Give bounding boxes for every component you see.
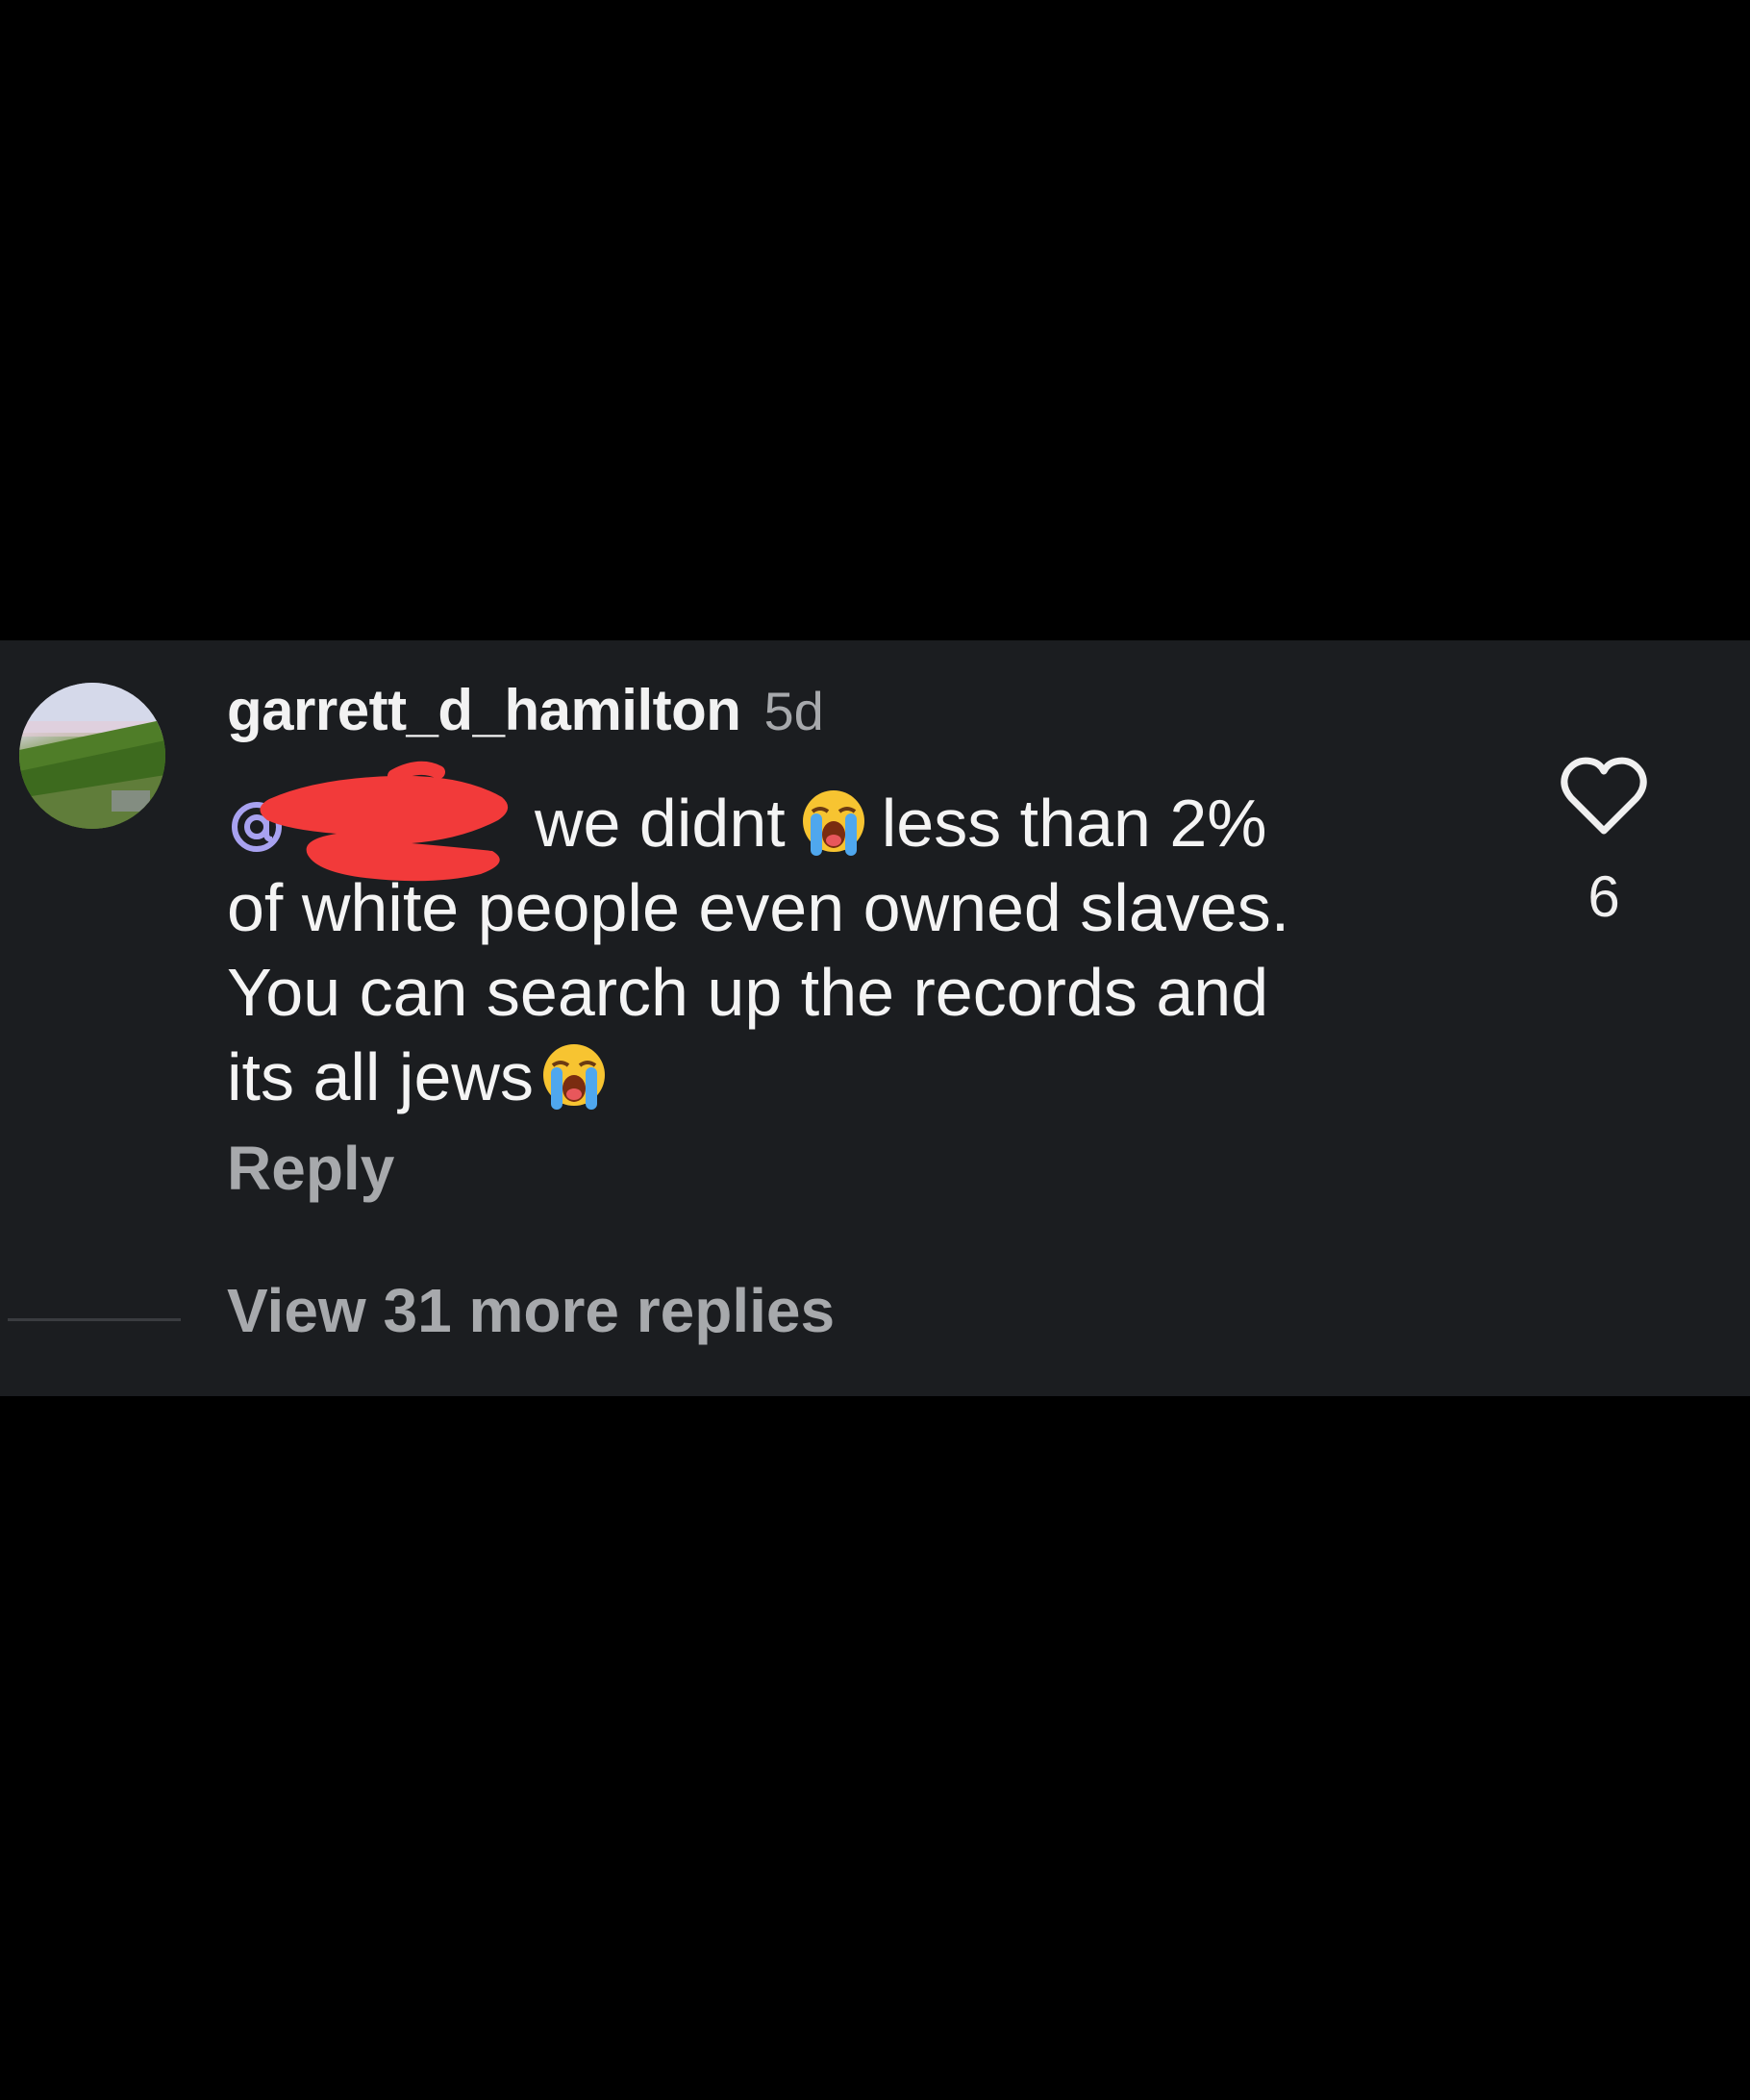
comment-line-4: its all jews (227, 1035, 1515, 1119)
heart-outline-icon[interactable] (1558, 754, 1650, 838)
reply-button[interactable]: Reply (227, 1133, 394, 1204)
like-count: 6 (1588, 864, 1620, 929)
comment-header: garrett_d_hamilton 5d (227, 677, 824, 746)
comment-line-3: You can search up the records and (227, 955, 1269, 1030)
crying-face-icon (802, 790, 864, 856)
crying-face-icon (542, 1044, 605, 1110)
comment-line-1: we didnt less than 2% (227, 761, 1515, 881)
avatar[interactable] (19, 683, 165, 829)
comment-panel: garrett_d_hamilton 5d we didnt less than… (0, 640, 1750, 1396)
timestamp: 5d (763, 681, 824, 741)
redaction-scribble (260, 761, 509, 881)
username[interactable]: garrett_d_hamilton (227, 677, 741, 743)
comment-body: we didnt less than 2% of white people ev… (227, 761, 1515, 1119)
replies-divider (8, 1318, 181, 1321)
mention-tag[interactable] (227, 761, 515, 881)
comment-text-part: less than 2% (881, 786, 1267, 861)
comment-text-part: we didnt (535, 786, 786, 861)
view-more-replies-button[interactable]: View 31 more replies (227, 1275, 835, 1346)
comment-text-part: its all jews (227, 1039, 534, 1114)
